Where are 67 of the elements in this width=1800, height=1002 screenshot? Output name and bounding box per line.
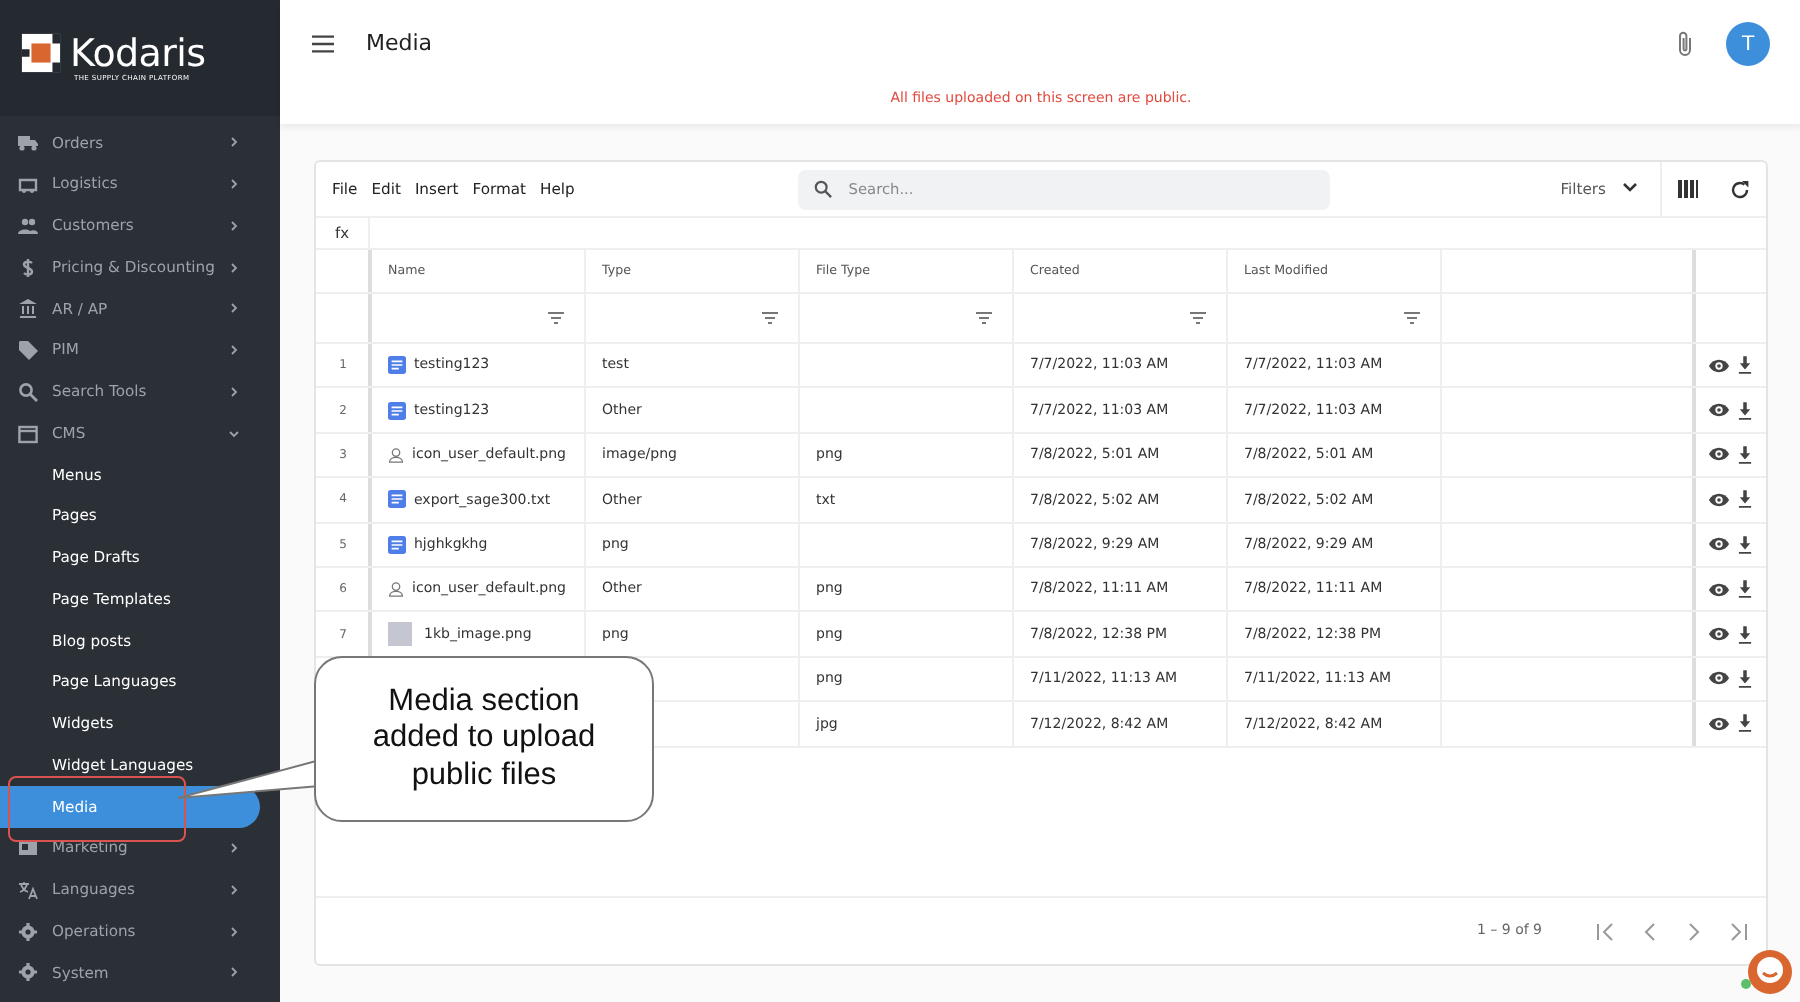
filter-icon[interactable]	[1190, 312, 1206, 324]
chevron-right-icon	[228, 966, 240, 979]
download-icon[interactable]	[1737, 356, 1751, 375]
eye-icon[interactable]	[1707, 446, 1729, 463]
chevron-right-icon	[228, 842, 240, 855]
eye-icon[interactable]	[1707, 491, 1729, 508]
download-icon[interactable]	[1737, 580, 1751, 599]
eye-icon[interactable]	[1707, 536, 1729, 553]
dollar-icon	[18, 257, 38, 278]
chevron-right-icon	[228, 883, 240, 896]
search-icon	[18, 381, 38, 402]
chevron-right-icon	[228, 302, 240, 315]
gear-icon	[18, 962, 38, 983]
refresh-icon[interactable]	[1730, 179, 1750, 199]
people-icon	[18, 215, 38, 236]
search-icon	[814, 180, 833, 198]
callout-text: Media section added to upload public files	[314, 656, 654, 822]
download-icon[interactable]	[1737, 669, 1751, 688]
chevron-right-icon	[228, 261, 240, 274]
gear-icon	[18, 921, 38, 942]
eye-icon[interactable]	[1707, 357, 1729, 374]
first-page-icon[interactable]	[1594, 919, 1618, 943]
menu-icon[interactable]	[312, 34, 334, 54]
chevron-right-icon	[228, 136, 240, 149]
logo-icon	[20, 32, 62, 74]
truck-icon	[18, 132, 38, 153]
tag-icon	[18, 340, 38, 361]
chevron-right-icon	[228, 925, 240, 938]
download-icon[interactable]	[1737, 490, 1751, 509]
chat-widget-icon[interactable]	[1740, 944, 1796, 1000]
last-page-icon[interactable]	[1726, 919, 1750, 943]
columns-icon[interactable]	[1678, 180, 1698, 198]
document-icon	[388, 490, 406, 509]
document-icon	[388, 356, 406, 375]
download-icon[interactable]	[1737, 714, 1751, 733]
download-icon[interactable]	[1737, 401, 1751, 420]
filter-icon[interactable]	[548, 312, 564, 324]
document-icon	[388, 401, 406, 420]
eye-icon[interactable]	[1707, 402, 1729, 419]
caret-icon	[1622, 182, 1638, 195]
eye-icon[interactable]	[1707, 626, 1729, 643]
image-thumbnail	[388, 622, 412, 647]
logo-text: Kodaris	[70, 33, 206, 73]
eye-icon[interactable]	[1707, 581, 1729, 598]
document-icon	[388, 535, 406, 554]
user-icon	[388, 580, 405, 599]
chevron-right-icon	[228, 178, 240, 191]
filter-icon[interactable]	[976, 312, 992, 324]
window-icon	[18, 423, 38, 444]
chevron-right-icon	[228, 219, 240, 232]
filter-icon[interactable]	[1404, 312, 1420, 324]
eye-icon[interactable]	[1707, 670, 1729, 687]
page-title: Media	[366, 27, 433, 60]
user-icon	[388, 445, 405, 464]
download-icon[interactable]	[1737, 535, 1751, 554]
chevron-right-icon	[228, 385, 240, 398]
filter-icon[interactable]	[762, 312, 778, 324]
download-icon[interactable]	[1737, 625, 1751, 644]
chevron-right-icon	[228, 344, 240, 357]
chevron-down-icon	[228, 427, 240, 440]
car-icon	[18, 174, 38, 195]
download-icon[interactable]	[1737, 445, 1751, 464]
eye-icon[interactable]	[1707, 715, 1729, 732]
bank-icon	[18, 298, 38, 319]
paperclip-icon[interactable]	[1678, 30, 1694, 58]
user-avatar[interactable]: T	[1726, 22, 1770, 66]
translate-icon	[18, 879, 38, 900]
